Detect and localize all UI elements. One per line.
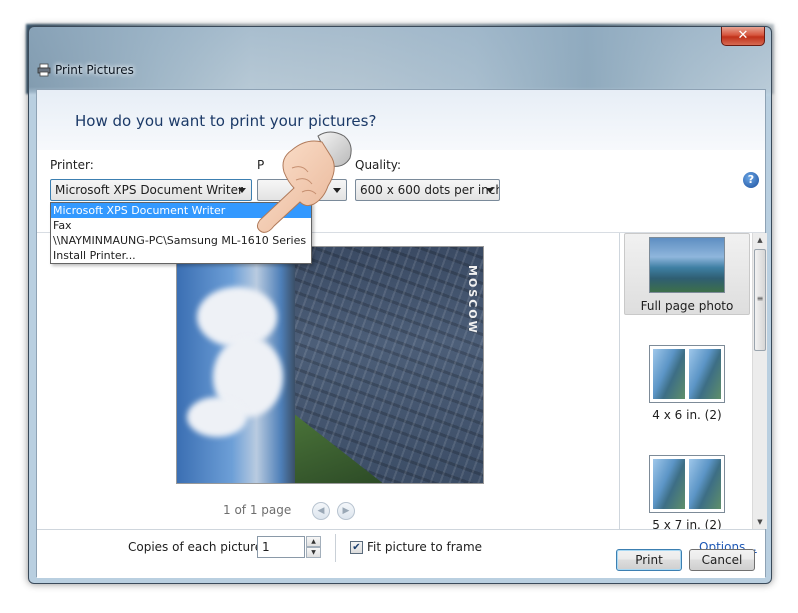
quality-selected-value: 600 x 600 dots per inch bbox=[360, 183, 500, 197]
chevron-right-icon: ▶ bbox=[342, 506, 350, 516]
printer-label: Printer: bbox=[50, 158, 94, 172]
layout-item-full-page-photo[interactable]: Full page photo bbox=[624, 233, 750, 315]
fit-picture-checkbox[interactable]: ✔ bbox=[350, 541, 363, 554]
photo-slot bbox=[689, 349, 721, 399]
dialog-client-area: How do you want to print your pictures? … bbox=[36, 89, 767, 578]
quality-select[interactable]: 600 x 600 dots per inch bbox=[355, 179, 500, 201]
layout-scrollbar[interactable]: ▲ ≡ ▼ bbox=[752, 233, 767, 529]
increment-icon[interactable]: ▲ bbox=[306, 536, 321, 547]
fit-picture-label[interactable]: Fit picture to frame bbox=[367, 540, 482, 554]
layout-item-4x6[interactable]: 4 x 6 in. (2) bbox=[624, 345, 750, 427]
photo-slot bbox=[653, 459, 685, 509]
copies-input[interactable]: 1 bbox=[257, 536, 305, 558]
layout-thumbnail bbox=[649, 237, 725, 293]
layout-thumbnail bbox=[649, 345, 725, 403]
postcard-caption: MOSCOW bbox=[466, 265, 479, 335]
printer-icon bbox=[37, 63, 51, 77]
decrement-icon[interactable]: ▼ bbox=[306, 547, 321, 558]
printer-selected-value: Microsoft XPS Document Writer bbox=[55, 183, 243, 197]
preview-area: MOSCOW 1 of 1 page ◀ ▶ bbox=[37, 233, 619, 529]
print-button[interactable]: Print bbox=[616, 549, 682, 571]
layout-label: 4 x 6 in. (2) bbox=[652, 408, 722, 422]
scroll-up-icon[interactable]: ▲ bbox=[753, 233, 767, 247]
quality-label: Quality: bbox=[355, 158, 402, 172]
scroll-down-icon[interactable]: ▼ bbox=[753, 515, 767, 529]
close-icon: ✕ bbox=[737, 28, 749, 43]
photo-preview: MOSCOW bbox=[176, 246, 484, 484]
divider bbox=[335, 534, 336, 562]
checkmark-icon: ✔ bbox=[352, 542, 361, 553]
layout-item-5x7[interactable]: 5 x 7 in. (2) bbox=[624, 455, 750, 529]
layout-thumbnail bbox=[649, 455, 725, 513]
landscape-image bbox=[650, 238, 724, 292]
help-icon[interactable]: ? bbox=[743, 172, 759, 188]
grip-icon: ≡ bbox=[756, 294, 764, 303]
scroll-thumb[interactable]: ≡ bbox=[754, 249, 766, 351]
photo-slot bbox=[689, 459, 721, 509]
page-indicator: 1 of 1 page bbox=[223, 503, 292, 517]
pointing-hand-cursor bbox=[256, 131, 352, 233]
layout-label: 5 x 7 in. (2) bbox=[652, 518, 722, 529]
title-bar: Print Pictures ✕ bbox=[29, 27, 771, 89]
previous-page-button[interactable]: ◀ bbox=[312, 502, 330, 520]
chevron-down-icon bbox=[486, 188, 494, 193]
close-button[interactable]: ✕ bbox=[721, 27, 765, 46]
printer-option-install[interactable]: Install Printer... bbox=[51, 248, 311, 263]
photo-slot bbox=[653, 349, 685, 399]
layout-list: Full page photo 4 x 6 in. (2) 5 x 7 in. … bbox=[619, 233, 767, 529]
heading-band: How do you want to print your pictures? bbox=[37, 90, 765, 150]
window-title: Print Pictures bbox=[55, 63, 134, 77]
printer-select[interactable]: Microsoft XPS Document Writer bbox=[50, 179, 252, 201]
chevron-down-icon bbox=[238, 188, 246, 193]
copies-label: Copies of each picture: bbox=[128, 540, 267, 554]
print-pictures-window: Print Pictures ✕ How do you want to prin… bbox=[28, 26, 772, 584]
cloud-shape bbox=[187, 397, 247, 437]
next-page-button[interactable]: ▶ bbox=[337, 502, 355, 520]
chevron-left-icon: ◀ bbox=[317, 506, 325, 516]
copies-stepper[interactable]: ▲ ▼ bbox=[306, 536, 321, 558]
layout-label: Full page photo bbox=[640, 299, 734, 313]
cancel-button[interactable]: Cancel bbox=[689, 549, 755, 571]
